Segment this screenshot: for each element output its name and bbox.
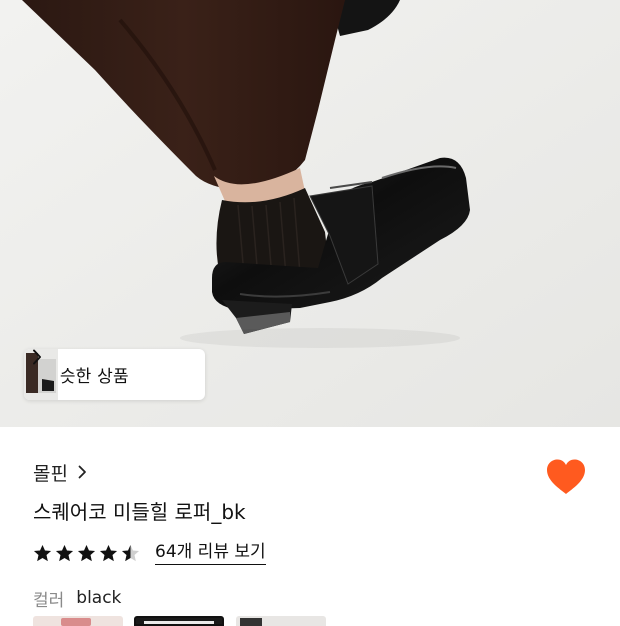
color-option-label: 컬러 <box>33 590 65 611</box>
product-image[interactable]: 비슷한 상품 <box>0 0 620 427</box>
color-option-row: 컬러 black <box>33 586 122 611</box>
star-icon <box>33 544 52 561</box>
reviews-link[interactable]: 64개 리뷰 보기 <box>155 542 266 565</box>
star-icon <box>121 544 140 561</box>
rating-row: 64개 리뷰 보기 <box>33 540 266 566</box>
star-icon <box>55 544 74 561</box>
star-rating <box>33 544 143 563</box>
brand-link[interactable]: 몰핀 <box>33 458 87 486</box>
star-icon <box>77 544 96 561</box>
star-icon <box>99 544 118 561</box>
heart-icon <box>547 459 585 494</box>
color-swatch[interactable] <box>236 616 326 626</box>
wishlist-button[interactable] <box>545 458 587 496</box>
brand-name: 몰핀 <box>33 462 68 485</box>
color-swatch-selected[interactable] <box>134 616 224 626</box>
product-title: 스퀘어코 미들힐 로퍼_bk <box>33 500 246 524</box>
chevron-right-icon <box>33 349 41 365</box>
color-option-value: black <box>76 588 122 608</box>
similar-products-button[interactable]: 비슷한 상품 <box>24 349 205 400</box>
color-swatch[interactable] <box>33 616 123 626</box>
chevron-right-icon <box>78 465 86 479</box>
